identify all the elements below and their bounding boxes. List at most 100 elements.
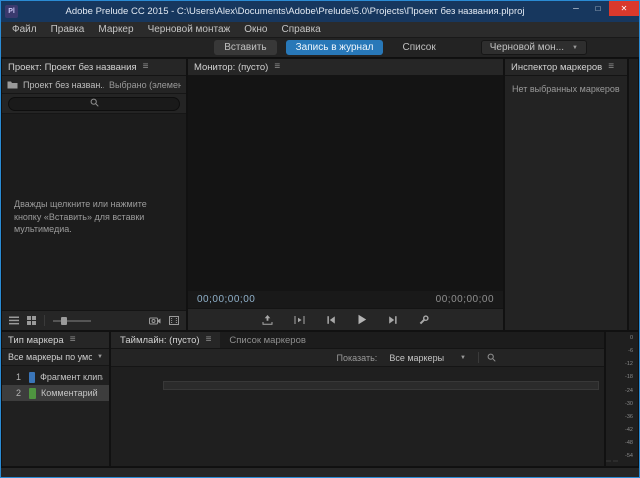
timeline-track-placeholder [163,381,599,390]
marker-list-tab-label: Список маркеров [229,335,306,346]
project-search-row [2,94,186,114]
menu-item-help[interactable]: Справка [275,24,328,35]
panel-menu-icon[interactable]: ≡ [70,335,76,345]
menu-item-rough-cut[interactable]: Черновой монтаж [141,24,238,35]
selection-count-label: Выбрано (элементо [109,80,181,90]
marker-inspector-panel: Инспектор маркеров ≡ Нет выбранных марке… [505,59,627,330]
project-toolbar [2,310,186,330]
workspace-bar: Вставить Запись в журнал Список Черновой… [1,38,639,58]
step-forward-icon[interactable] [388,315,398,325]
marker-type-panel: Тип маркера ≡ Все маркеры по умолчанию ▼… [2,332,109,466]
zoom-slider[interactable] [53,320,91,322]
timeline-tab-label: Таймлайн: (пусто) [120,335,200,346]
title-bar[interactable]: Pl Adobe Prelude CC 2015 - C:\Users\Alex… [1,1,639,22]
app-window: Pl Adobe Prelude CC 2015 - C:\Users\Alex… [0,0,640,478]
marker-color-chip [29,372,36,383]
tab-marker-list[interactable]: Список маркеров [220,332,315,348]
menu-item-file[interactable]: Файл [5,24,44,35]
chevron-down-icon: ▼ [460,355,466,361]
project-tab[interactable]: Проект: Проект без названия [8,62,137,73]
project-bin-row: Проект без назван... Выбрано (элементо [2,76,186,94]
inspector-panel-header: Инспектор маркеров ≡ [505,59,627,76]
marker-type-label: Фрагмент клипа [40,372,103,382]
close-button[interactable]: ✕ [609,1,639,16]
workspace-ingest-button[interactable]: Вставить [214,40,276,55]
marker-filter-value: Все маркеры [389,353,444,363]
show-filter-label: Показать: [337,353,378,363]
toolbar-divider [44,315,45,326]
play-icon[interactable] [357,314,367,325]
camera-icon[interactable] [149,316,161,325]
audio-meter-panel: 0 -6 -12 -18 -24 -30 -36 -42 -48 -54 [606,332,638,466]
window-controls: ─ □ ✕ [565,1,639,16]
monitor-viewer [188,76,503,291]
marker-type-list: 1 Фрагмент клипа 2 Комментарий [2,366,109,466]
status-bar [1,467,639,477]
inspector-tab[interactable]: Инспектор маркеров [511,62,602,73]
thumbnail-view-icon[interactable] [27,316,36,325]
project-panel-header: Проект: Проект без названия ≡ [2,59,186,76]
marker-type-index: 1 [16,372,24,382]
monitor-panel-header: Монитор: (пусто) ≡ [188,59,503,76]
workspace-rough-cut-dropdown[interactable]: Черновой мон... ▼ [481,40,587,55]
marker-type-label: Комментарий [41,388,98,398]
menu-item-marker[interactable]: Маркер [91,24,140,35]
chevron-down-icon: ▼ [97,354,103,360]
timecode-row: 00;00;00;00 00;00;00;00 [188,291,503,308]
marker-preset-dropdown[interactable]: Все маркеры по умолчанию ▼ [2,349,109,366]
audio-meter-bar-right [613,460,618,462]
marker-preset-label: Все маркеры по умолчанию [8,352,92,362]
marker-type-row[interactable]: 1 Фрагмент клипа [2,369,109,385]
marker-type-tab[interactable]: Тип маркера [8,335,64,346]
main-area: Проект: Проект без названия ≡ Проект без… [1,58,639,467]
monitor-panel: Монитор: (пусто) ≡ 00;00;00;00 00;00;00;… [188,59,503,330]
audio-meter-bars [606,460,635,462]
project-content-area: Дважды щелкните или нажмите кнопку «Вста… [2,114,186,310]
inspector-empty-message: Нет выбранных маркеров [512,84,620,94]
bin-breadcrumb[interactable]: Проект без назван... [23,80,104,90]
timeline-panel: Таймлайн: (пусто) ≡ Список маркеров Пока… [111,332,604,466]
film-strip-icon[interactable] [169,316,179,325]
panel-menu-icon[interactable]: ≡ [143,62,149,72]
minimize-button[interactable]: ─ [565,1,587,16]
workspace-list-button[interactable]: Список [392,40,445,55]
maximize-button[interactable]: □ [587,1,609,16]
folder-icon [7,80,18,89]
current-timecode[interactable]: 00;00;00;00 [197,294,255,305]
wrench-icon[interactable] [419,315,429,325]
menu-item-edit[interactable]: Правка [44,24,92,35]
project-panel: Проект: Проект без названия ≡ Проект без… [2,59,186,330]
bottom-panel-row: Тип маркера ≡ Все маркеры по умолчанию ▼… [2,332,638,466]
workspace-logging-button[interactable]: Запись в журнал [286,40,384,55]
audio-meter-scale: 0 -6 -12 -18 -24 -30 -36 -42 -48 -54 [606,336,635,460]
menu-item-window[interactable]: Окно [237,24,274,35]
project-empty-message: Дважды щелкните или нажмите кнопку «Вста… [14,198,172,236]
window-title: Adobe Prelude CC 2015 - C:\Users\Alex\Do… [31,6,559,17]
duration-timecode: 00;00;00;00 [436,294,494,305]
transport-controls [188,308,503,330]
marker-filter-dropdown[interactable]: Все маркеры ▼ [385,352,470,364]
search-icon[interactable] [487,353,496,362]
play-in-to-out-icon[interactable] [294,315,305,325]
monitor-tab[interactable]: Монитор: (пусто) [194,62,268,73]
marker-type-row[interactable]: 2 Комментарий [2,385,109,401]
panel-menu-icon[interactable]: ≡ [608,62,614,72]
workspace-rough-cut-label: Черновой мон... [490,42,564,53]
zoom-slider-thumb[interactable] [61,317,67,325]
marker-color-chip [29,388,36,399]
toolbar-divider [478,352,479,363]
export-icon[interactable] [262,315,273,325]
menu-bar: Файл Правка Маркер Черновой монтаж Окно … [1,22,639,38]
tab-timeline[interactable]: Таймлайн: (пусто) ≡ [111,332,220,348]
timeline-content-area [111,367,604,466]
chevron-down-icon: ▼ [572,45,578,51]
panel-menu-icon[interactable]: ≡ [206,335,212,345]
timeline-toolbar: Показать: Все маркеры ▼ [111,349,604,367]
list-view-icon[interactable] [9,316,19,325]
search-input[interactable] [8,97,180,111]
panel-menu-icon[interactable]: ≡ [274,62,280,72]
inspector-content-area: Нет выбранных маркеров [505,76,627,330]
step-back-icon[interactable] [326,315,336,325]
marker-type-panel-header: Тип маркера ≡ [2,332,109,349]
top-panel-row: Проект: Проект без названия ≡ Проект без… [2,59,638,330]
